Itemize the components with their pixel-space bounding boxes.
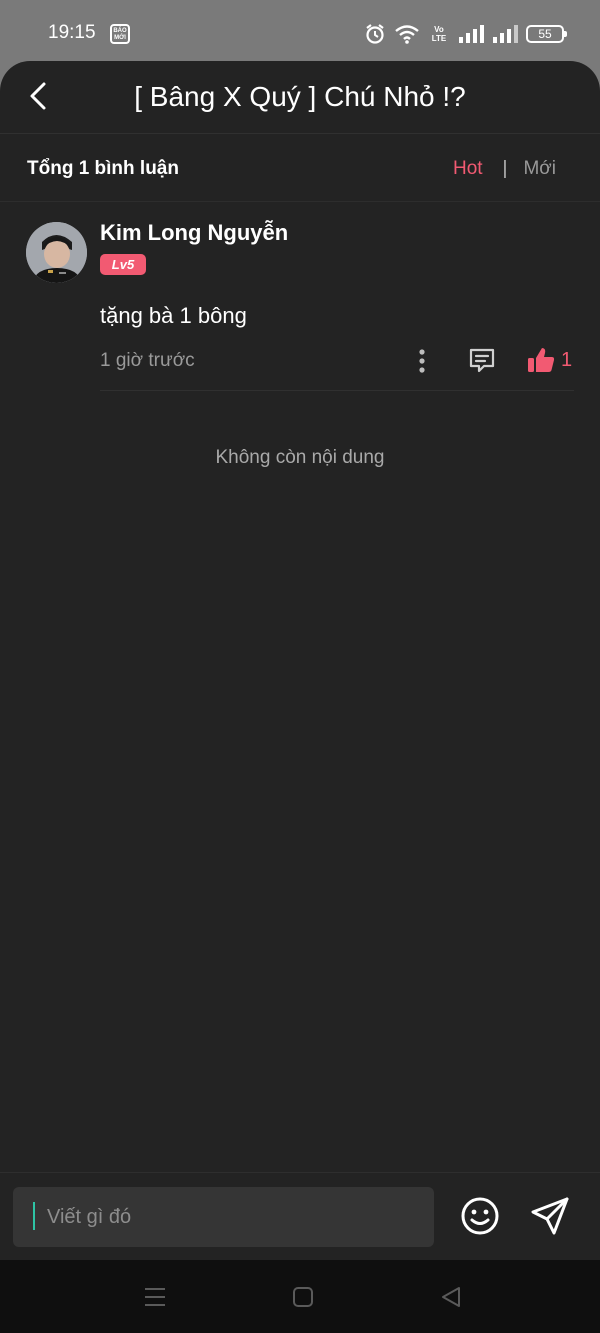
page-title: [ Bâng X Quý ] Chú Nhỏ !? — [134, 81, 466, 112]
reply-icon — [469, 348, 495, 373]
user-photo-icon — [26, 222, 87, 283]
comment-input[interactable] — [13, 1187, 434, 1247]
sort-tabs: Hot | Mới — [453, 158, 556, 180]
tab-separator: | — [502, 158, 508, 179]
menu-icon — [145, 1288, 165, 1306]
end-of-list-text: Không còn nội dung — [215, 447, 385, 468]
signal-icon — [459, 25, 484, 43]
send-button[interactable] — [529, 1195, 571, 1237]
comment-composer — [0, 1172, 600, 1260]
avatar[interactable] — [26, 222, 87, 283]
comment-item: Kim Long Nguyễn Lv5 tặng bà 1 bông 1 giờ… — [0, 202, 600, 391]
header: [ Bâng X Quý ] Chú Nhỏ !? — [0, 61, 600, 134]
battery-icon: 55 — [526, 25, 567, 43]
system-nav-bar — [0, 1260, 600, 1333]
like-button[interactable]: 1 — [527, 343, 572, 377]
divider — [100, 390, 574, 391]
more-options-button[interactable] — [412, 346, 432, 376]
smiley-icon — [461, 1197, 499, 1235]
comment-text: tặng bà 1 bông — [100, 303, 247, 328]
news-app-icon: BÁO MỚI — [110, 24, 130, 44]
more-vertical-icon — [419, 349, 425, 373]
comment-total: Tổng 1 bình luận — [27, 158, 179, 179]
back-nav-button[interactable] — [438, 1284, 464, 1310]
send-icon — [531, 1197, 569, 1235]
alarm-icon — [366, 24, 384, 44]
status-time: 19:15 — [48, 22, 96, 43]
tab-new[interactable]: Mới — [523, 158, 556, 180]
status-bar: 19:15 BÁO MỚI Vo LTE 55 — [0, 0, 600, 62]
emoji-button[interactable] — [459, 1195, 501, 1237]
home-square-icon — [293, 1287, 313, 1307]
reply-button[interactable] — [466, 345, 498, 377]
status-icons: Vo LTE 55 — [364, 22, 567, 46]
comments-sheet: [ Bâng X Quý ] Chú Nhỏ !? Tổng 1 bình lu… — [0, 61, 600, 1260]
thumbs-up-icon — [528, 348, 555, 372]
comment-input-box[interactable] — [13, 1187, 434, 1247]
level-badge: Lv5 — [100, 254, 146, 275]
comment-author[interactable]: Kim Long Nguyễn — [100, 220, 288, 246]
back-triangle-icon — [442, 1287, 460, 1307]
like-count: 1 — [561, 348, 573, 371]
comments-toolbar: Tổng 1 bình luận Hot | Mới — [0, 134, 600, 202]
menu-nav-button[interactable] — [142, 1284, 168, 1310]
signal-icon — [493, 25, 518, 43]
comment-time: 1 giờ trước — [100, 350, 195, 371]
tab-hot[interactable]: Hot — [453, 158, 483, 180]
home-nav-button[interactable] — [290, 1284, 316, 1310]
wifi-icon — [395, 25, 419, 44]
volte-indicator: Vo LTE — [431, 25, 447, 43]
